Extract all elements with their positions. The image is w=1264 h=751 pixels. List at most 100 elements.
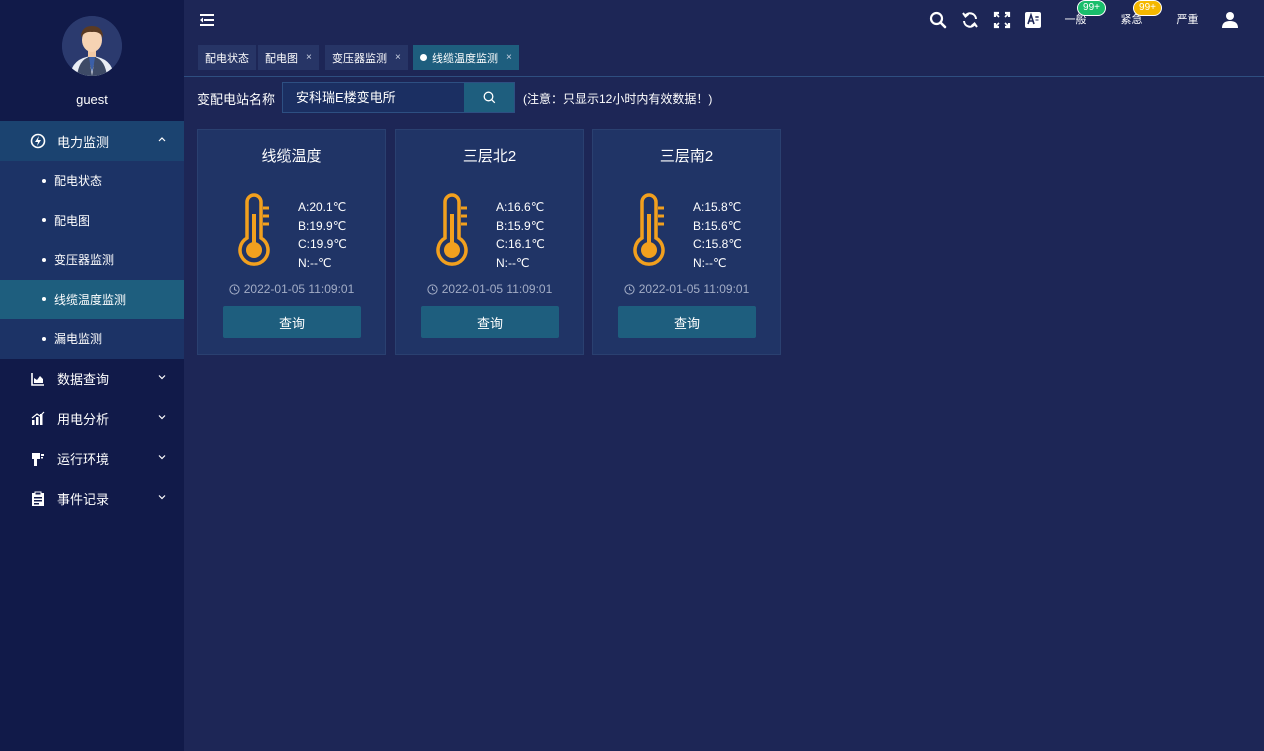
search-icon (483, 91, 495, 104)
query-button[interactable]: 查询 (618, 306, 756, 338)
menu-label: 用电分析 (57, 412, 110, 427)
menu-environment[interactable]: 运行环境 (0, 439, 184, 479)
search-icon[interactable] (928, 10, 948, 30)
phase-a-temp: A:20.1℃ (298, 200, 347, 214)
data-query-icon (30, 371, 46, 387)
bullet-icon (42, 218, 46, 223)
menu-label: 运行环境 (57, 452, 110, 467)
update-time: 2022-01-05 11:09:01 (198, 282, 385, 296)
phase-b-temp: B:15.6℃ (693, 218, 742, 233)
phase-readings: A:20.1℃ B:19.9℃ C:19.9℃ N:--℃ (298, 198, 347, 272)
sidebar-item-distribution-status[interactable]: 配电状态 (0, 161, 184, 201)
sidebar-item-label: 变压器监测 (54, 253, 115, 268)
phase-c-temp: C:19.9℃ (298, 237, 347, 251)
avatar[interactable] (62, 16, 122, 76)
phase-c-temp: C:16.1℃ (496, 237, 545, 251)
chevron-up-icon (158, 137, 166, 142)
close-icon[interactable]: × (306, 52, 312, 63)
user-icon[interactable] (1220, 10, 1240, 30)
tab-label: 配电状态 (205, 52, 249, 65)
menu-power-analysis[interactable]: 用电分析 (0, 399, 184, 439)
tab-cable-temperature[interactable]: 线缆温度监测 × (413, 45, 519, 70)
update-time: 2022-01-05 11:09:01 (396, 282, 583, 296)
menu-toggle-icon[interactable] (199, 12, 215, 28)
neutral-temp: N:--℃ (298, 255, 332, 270)
fullscreen-icon[interactable] (992, 10, 1012, 30)
environment-icon (30, 451, 46, 467)
timestamp: 2022-01-05 11:09:01 (441, 282, 553, 296)
alarm-count-badge: 99+ (1077, 0, 1106, 16)
thermometer-icon (436, 193, 468, 266)
chevron-down-icon (158, 454, 166, 459)
bullet-icon (42, 336, 46, 341)
tab-distribution-status[interactable]: 配电状态 (198, 45, 256, 70)
power-monitor-icon (30, 133, 46, 149)
sidebar-item-leakage-monitor[interactable]: 漏电监测 (0, 319, 184, 359)
station-name-label: 变配电站名称 (197, 92, 276, 107)
alarm-count-badge: 99+ (1133, 0, 1162, 16)
menu-label: 电力监测 (57, 134, 110, 150)
menu-data-query[interactable]: 数据查询 (0, 359, 184, 399)
alarm-severe-button[interactable]: 严重 (1167, 9, 1208, 29)
user-panel: guest (0, 0, 184, 121)
bar-chart-icon (30, 411, 46, 427)
phase-b-temp: B:15.9℃ (496, 218, 545, 233)
search-button[interactable] (464, 83, 514, 112)
chevron-down-icon (158, 374, 166, 379)
sidebar-item-label: 线缆温度监测 (54, 292, 127, 307)
username: guest (76, 92, 108, 107)
neutral-temp: N:--℃ (693, 255, 727, 270)
menu-label: 数据查询 (57, 372, 110, 387)
chevron-down-icon (158, 494, 166, 499)
thermometer-icon (633, 193, 665, 266)
phase-a-temp: A:16.6℃ (496, 200, 545, 214)
sidebar-item-label: 配电图 (54, 213, 91, 228)
station-select[interactable]: 安科瑞E楼变电所 (283, 83, 464, 112)
translate-icon[interactable] (1023, 10, 1043, 30)
tab-label: 变压器监测 (332, 52, 387, 65)
bullet-icon (42, 178, 46, 183)
tab-distribution-diagram[interactable]: 配电图 × (258, 45, 319, 70)
sidebar-item-label: 漏电监测 (54, 332, 103, 347)
clock-icon (624, 283, 635, 295)
neutral-temp: N:--℃ (496, 255, 530, 270)
timestamp: 2022-01-05 11:09:01 (638, 282, 750, 296)
alarm-general-button[interactable]: 一般 99+ (1055, 0, 1106, 29)
clock-icon (427, 283, 438, 295)
refresh-icon[interactable] (960, 10, 980, 30)
data-validity-note: (注意：只显示12小时内有效数据！) (523, 92, 713, 106)
cable-temperature-card: 线缆温度 A:20.1℃ B:19.9℃ C:19.9℃ N:--℃ 2022-… (197, 129, 386, 355)
sidebar-item-transformer-monitor[interactable]: 变压器监测 (0, 240, 184, 280)
bullet-icon (42, 297, 46, 302)
timestamp: 2022-01-05 11:09:01 (243, 282, 355, 296)
menu-label: 事件记录 (57, 492, 110, 507)
phase-a-temp: A:15.8℃ (693, 200, 742, 214)
clock-icon (229, 283, 240, 295)
thermometer-icon (238, 193, 270, 266)
update-time: 2022-01-05 11:09:01 (593, 282, 780, 296)
sidebar-item-distribution-diagram[interactable]: 配电图 (0, 201, 184, 241)
card-title: 三层北2 (462, 148, 517, 165)
tab-label: 配电图 (265, 52, 298, 65)
phase-readings: A:15.8℃ B:15.6℃ C:15.8℃ N:--℃ (693, 198, 742, 272)
alarm-urgent-button[interactable]: 紧急 99+ (1111, 0, 1162, 29)
menu-event-record[interactable]: 事件记录 (0, 479, 184, 519)
sidebar-item-label: 配电状态 (54, 174, 103, 189)
tab-transformer-monitor[interactable]: 变压器监测 × (325, 45, 408, 70)
phase-readings: A:16.6℃ B:15.9℃ C:16.1℃ N:--℃ (496, 198, 545, 272)
query-button[interactable]: 查询 (223, 306, 361, 338)
power-monitor-submenu: 配电状态 配电图 变压器监测 线缆温度监测 漏电监测 (0, 161, 184, 359)
active-dot-icon (420, 54, 427, 61)
phase-b-temp: B:19.9℃ (298, 218, 347, 233)
close-icon[interactable]: × (395, 52, 401, 63)
close-icon[interactable]: × (506, 52, 512, 63)
query-button[interactable]: 查询 (421, 306, 559, 338)
station-search: 安科瑞E楼变电所 (282, 82, 515, 113)
card-title: 线缆温度 (261, 148, 322, 165)
menu-power-monitor[interactable]: 电力监测 (0, 121, 184, 161)
phase-c-temp: C:15.8℃ (693, 237, 742, 251)
card-title: 三层南2 (659, 148, 714, 165)
sidebar-item-cable-temperature[interactable]: 线缆温度监测 (0, 279, 184, 319)
topbar: 一般 99+ 紧急 99+ 严重 (184, 0, 1264, 40)
alarm-label: 严重 (1176, 14, 1199, 26)
